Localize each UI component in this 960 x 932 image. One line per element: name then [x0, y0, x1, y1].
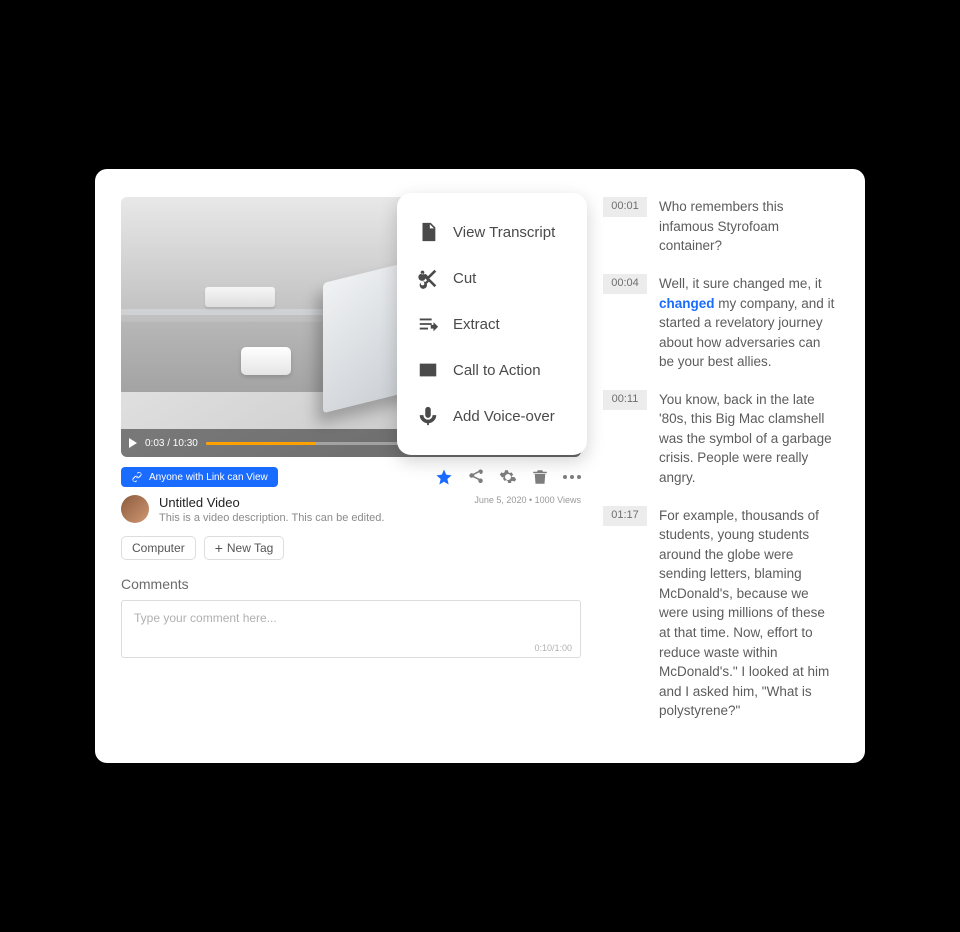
share-icon[interactable] — [467, 468, 485, 486]
comment-input[interactable]: Type your comment here... 0:10/1:00 — [121, 600, 581, 658]
transcript-timestamp: 01:17 — [603, 506, 647, 526]
comment-placeholder: Type your comment here... — [134, 611, 568, 625]
time-label: 0:03 / 10:30 — [145, 438, 198, 449]
menu-label: Call to Action — [453, 362, 541, 379]
avatar[interactable] — [121, 495, 149, 523]
scissors-icon — [417, 267, 439, 289]
menu-extract[interactable]: Extract — [407, 301, 577, 347]
context-menu: View Transcript Cut Extract — [397, 193, 587, 455]
new-tag-label: New Tag — [227, 541, 273, 555]
transcript-panel: 00:01 Who remembers this infamous Styrof… — [603, 197, 839, 739]
tag-item[interactable]: Computer — [121, 536, 196, 560]
menu-add-voiceover[interactable]: Add Voice-over — [407, 393, 577, 439]
video-date: June 5, 2020 — [474, 495, 526, 505]
menu-call-to-action[interactable]: Call to Action — [407, 347, 577, 393]
comment-char-count: 0:10/1:00 — [534, 643, 572, 653]
trash-icon[interactable] — [531, 468, 549, 486]
link-icon — [131, 471, 143, 483]
left-column: 0:03 / 10:30 View Transcript — [121, 197, 581, 739]
transcript-timestamp: 00:11 — [603, 390, 647, 410]
transcript-row[interactable]: 01:17 For example, thousands of students… — [603, 506, 839, 721]
mic-icon — [417, 405, 439, 427]
comments-heading: Comments — [121, 576, 581, 592]
transcript-timestamp: 00:04 — [603, 274, 647, 294]
menu-cut[interactable]: Cut — [407, 255, 577, 301]
title-row: Untitled Video June 5, 2020 • 1000 Views… — [121, 495, 581, 524]
transcript-row[interactable]: 00:11 You know, back in the late '80s, t… — [603, 390, 839, 488]
date-views: June 5, 2020 • 1000 Views — [474, 495, 581, 505]
transcript-span: Well, it sure changed me, it — [659, 276, 822, 291]
app-card: 0:03 / 10:30 View Transcript — [95, 169, 865, 763]
menu-label: Extract — [453, 316, 500, 333]
plus-icon: + — [215, 541, 223, 555]
share-chip[interactable]: Anyone with Link can View — [121, 467, 278, 487]
video-description: This is a video description. This can be… — [159, 512, 581, 524]
share-chip-label: Anyone with Link can View — [149, 472, 268, 483]
cta-icon — [417, 359, 439, 381]
star-icon[interactable] — [435, 468, 453, 486]
document-icon — [417, 221, 439, 243]
transcript-timestamp: 00:01 — [603, 197, 647, 217]
video-title: Untitled Video — [159, 495, 240, 510]
transcript-highlight: changed — [659, 296, 715, 311]
action-icons — [435, 468, 581, 486]
menu-label: Cut — [453, 270, 476, 287]
transcript-text: Well, it sure changed me, it changed my … — [659, 274, 839, 372]
transcript-row[interactable]: 00:01 Who remembers this infamous Styrof… — [603, 197, 839, 256]
tags-row: Computer + New Tag — [121, 536, 581, 560]
play-icon[interactable] — [129, 438, 137, 448]
extract-icon — [417, 313, 439, 335]
share-row: Anyone with Link can View — [121, 467, 581, 487]
video-views: 1000 Views — [535, 495, 581, 505]
gear-icon[interactable] — [499, 468, 517, 486]
menu-label: Add Voice-over — [453, 408, 555, 425]
thumbnail-decor — [241, 347, 291, 375]
title-meta: Untitled Video June 5, 2020 • 1000 Views… — [159, 495, 581, 524]
thumbnail-decor — [205, 287, 275, 307]
more-icon[interactable] — [563, 468, 581, 486]
progress-fill — [206, 442, 316, 445]
video-wrap: 0:03 / 10:30 View Transcript — [121, 197, 581, 457]
menu-label: View Transcript — [453, 224, 555, 241]
transcript-row[interactable]: 00:04 Well, it sure changed me, it chang… — [603, 274, 839, 372]
transcript-text: For example, thousands of students, youn… — [659, 506, 839, 721]
transcript-text: Who remembers this infamous Styrofoam co… — [659, 197, 839, 256]
new-tag-button[interactable]: + New Tag — [204, 536, 285, 560]
menu-view-transcript[interactable]: View Transcript — [407, 209, 577, 255]
transcript-text: You know, back in the late '80s, this Bi… — [659, 390, 839, 488]
